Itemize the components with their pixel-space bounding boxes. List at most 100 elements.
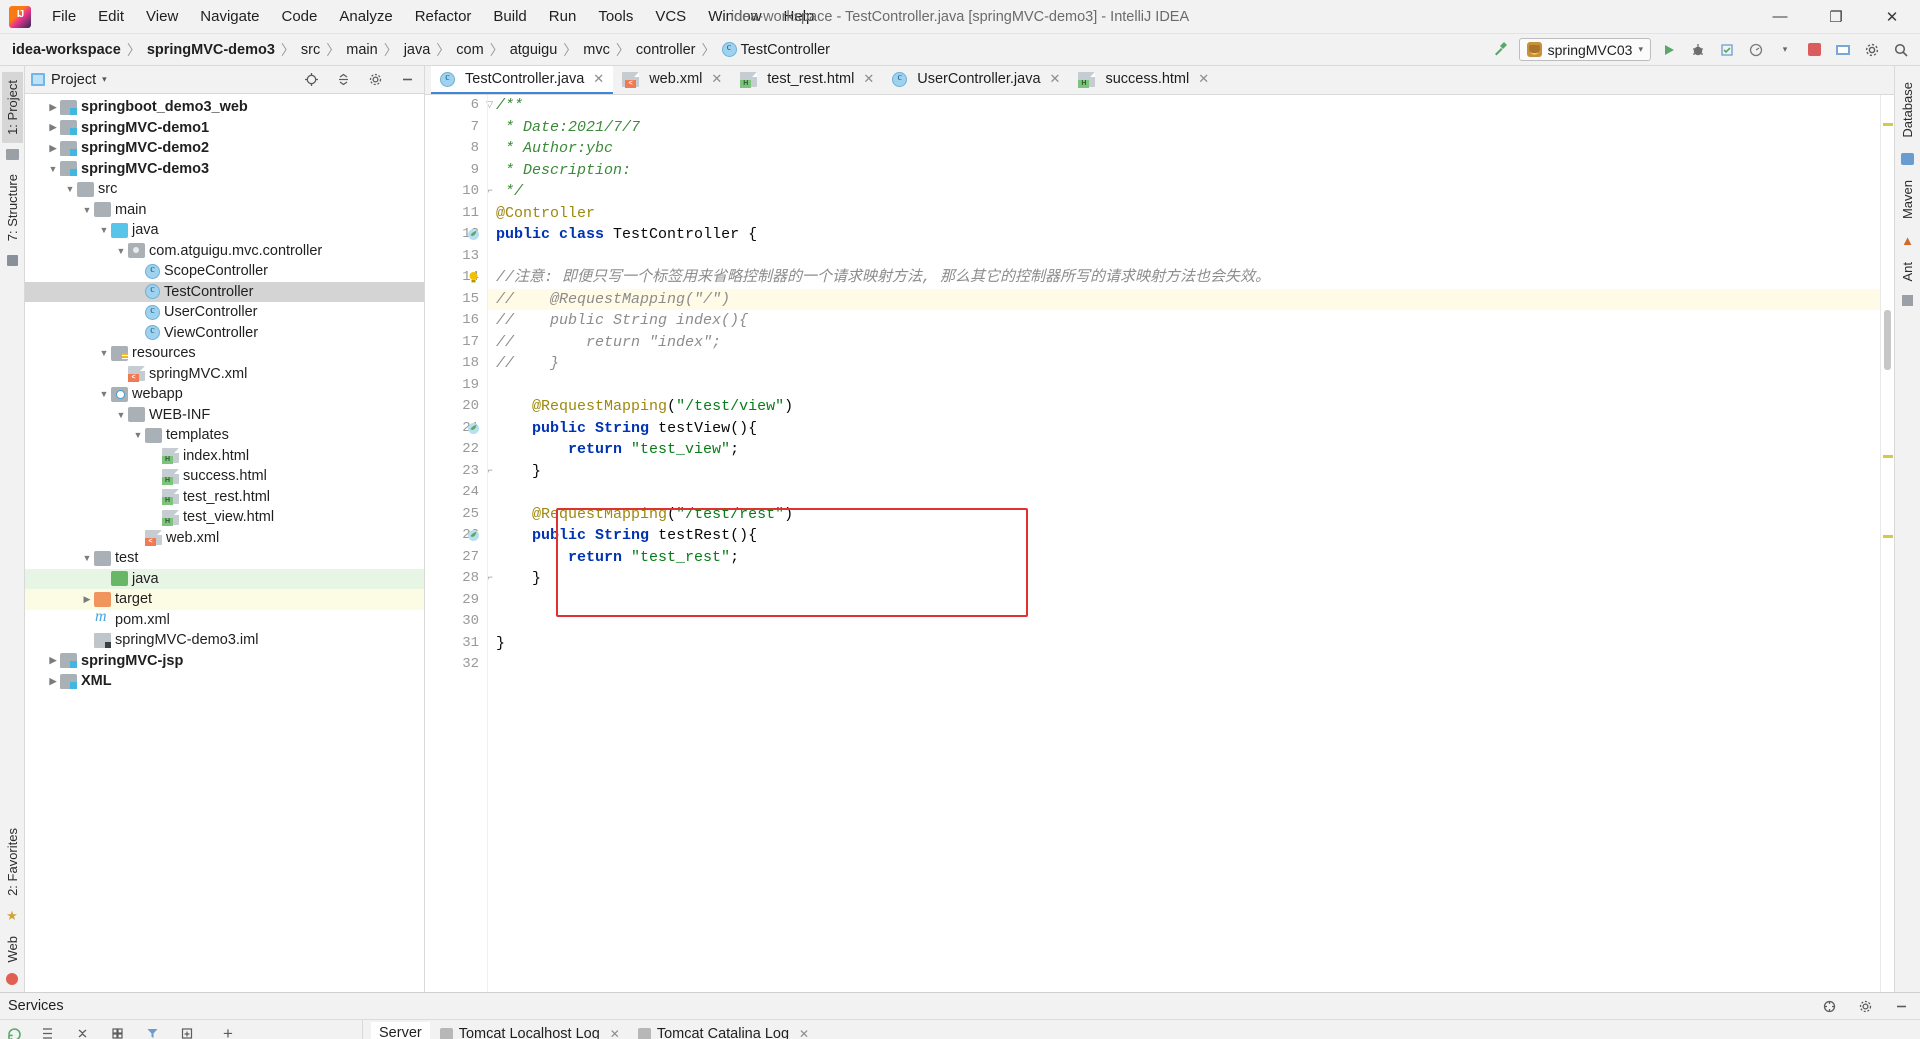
tree-row[interactable]: < springMVC.xml [25, 364, 424, 385]
menu-item-analyze[interactable]: Analyze [328, 4, 403, 29]
tree-row[interactable]: ViewController [25, 323, 424, 344]
chevron-down-icon[interactable]: ▼ [63, 184, 77, 194]
tree-row[interactable]: TestController [25, 281, 424, 302]
services-tab-tomcat-catalina-log[interactable]: Tomcat Catalina Log ✕ [630, 1023, 817, 1039]
code-line[interactable] [488, 375, 1880, 397]
code-line[interactable] [488, 654, 1880, 676]
chevron-down-icon[interactable]: ▼ [80, 553, 94, 563]
tree-row[interactable]: Htest_view.html [25, 507, 424, 528]
breadcrumb-item-testcontroller[interactable]: TestController [718, 40, 834, 60]
services-hide-icon[interactable] [1890, 995, 1912, 1017]
sidebar-tab-project[interactable]: 1: Project [1, 72, 23, 143]
tree-row[interactable]: ▼ webapp [25, 384, 424, 405]
spring-bean-gutter-icon[interactable] [467, 422, 480, 435]
code-line[interactable] [488, 246, 1880, 268]
code-line[interactable]: * Author:ybc [488, 138, 1880, 160]
tree-row[interactable]: < web.xml [25, 528, 424, 549]
tree-row[interactable]: pom.xml [25, 608, 424, 631]
breadcrumb-item-mvc[interactable]: mvc [579, 40, 614, 60]
code-line[interactable]: // @RequestMapping("/") [488, 288, 1880, 310]
code-line[interactable]: */ [488, 181, 1880, 203]
breadcrumb-item-main[interactable]: main [342, 40, 381, 60]
code-line[interactable]: } [488, 461, 1880, 483]
sidebar-tab-web[interactable]: Web [2, 928, 23, 971]
sidebar-tab-database[interactable]: Database [1897, 74, 1918, 146]
chevron-down-icon[interactable]: ▼ [114, 410, 128, 420]
tree-row[interactable]: UserController [25, 302, 424, 323]
menu-item-navigate[interactable]: Navigate [189, 4, 270, 29]
tree-row[interactable]: springMVC-demo3.iml [25, 630, 424, 651]
spring-bean-gutter-icon[interactable] [467, 228, 480, 241]
update-app-icon[interactable] [1832, 39, 1854, 61]
tree-row[interactable]: ▶ springMVC-jsp [25, 651, 424, 672]
tree-row[interactable]: ▼ resources [25, 343, 424, 364]
scroll-from-source-icon[interactable] [300, 69, 322, 91]
code-editor[interactable]: 6▽78910⌐11121314151617181920212223⌐24252… [425, 95, 1894, 992]
panel-settings-gear-icon[interactable] [364, 69, 386, 91]
tree-row[interactable]: ▼ main [25, 200, 424, 221]
menu-item-file[interactable]: File [41, 4, 87, 29]
code-line[interactable]: } [488, 633, 1880, 655]
project-view-chevron-icon[interactable]: ▾ [102, 74, 107, 85]
menu-item-view[interactable]: View [135, 4, 189, 29]
project-tree[interactable]: ▶ springboot_demo3_web ▶ springMVC-demo1 ▶ sp… [25, 94, 424, 992]
chevron-down-icon[interactable]: ▼ [46, 164, 60, 174]
code-line[interactable]: return "test_view"; [488, 439, 1880, 461]
spring-bean-gutter-icon[interactable] [467, 529, 480, 542]
code-line[interactable]: @RequestMapping("/test/rest") [488, 504, 1880, 526]
chevron-down-icon[interactable]: ▼ [97, 225, 111, 235]
breadcrumb-item-idea-workspace[interactable]: idea-workspace [8, 40, 125, 60]
services-tab-tomcat-localhost-log[interactable]: Tomcat Localhost Log ✕ [432, 1023, 628, 1039]
tree-row[interactable]: ▼ templates [25, 425, 424, 446]
tree-row[interactable]: ▶ springMVC-demo2 [25, 138, 424, 159]
code-line[interactable]: return "test_rest"; [488, 547, 1880, 569]
hide-panel-icon[interactable] [396, 69, 418, 91]
menu-item-refactor[interactable]: Refactor [404, 4, 483, 29]
close-button[interactable]: ✕ [1864, 0, 1920, 33]
code-line[interactable]: } [488, 568, 1880, 590]
menu-item-tools[interactable]: Tools [587, 4, 644, 29]
tree-row[interactable]: Hindex.html [25, 446, 424, 467]
collapse-all-services-icon[interactable] [71, 1023, 93, 1039]
code-line[interactable]: public class TestController { [488, 224, 1880, 246]
run-button[interactable] [1658, 39, 1680, 61]
build-hammer-icon[interactable] [1490, 39, 1512, 61]
chevron-right-icon[interactable]: ▶ [46, 122, 60, 133]
editor-code-column[interactable]: /** * Date:2021/7/7 * Author:ybc * Descr… [487, 95, 1880, 992]
code-line[interactable]: //注意: 即便只写一个标签用来省略控制器的一个请求映射方法, 那么其它的控制器… [488, 267, 1880, 289]
debug-button[interactable] [1687, 39, 1709, 61]
code-line[interactable]: // public String index(){ [488, 310, 1880, 332]
chevron-down-icon[interactable]: ▼ [131, 430, 145, 440]
stop-button[interactable] [1803, 39, 1825, 61]
close-tab-icon[interactable]: ✕ [1198, 71, 1209, 87]
profiler-button[interactable] [1745, 39, 1767, 61]
tree-row[interactable]: ▼ test [25, 548, 424, 569]
services-settings-gear-icon[interactable] [1854, 995, 1876, 1017]
code-line[interactable]: // } [488, 353, 1880, 375]
editor-tab-success-html[interactable]: Hsuccess.html ✕ [1069, 66, 1218, 94]
menu-item-run[interactable]: Run [538, 4, 588, 29]
editor-tab-web-xml[interactable]: < web.xml ✕ [613, 66, 731, 94]
tree-row[interactable]: Htest_rest.html [25, 487, 424, 508]
add-tab-icon[interactable] [176, 1023, 198, 1039]
expand-all-icon[interactable] [36, 1023, 58, 1039]
services-help-icon[interactable] [1818, 995, 1840, 1017]
chevron-right-icon[interactable]: ▶ [46, 143, 60, 154]
chevron-right-icon[interactable]: ▶ [46, 102, 60, 113]
settings-gear-icon[interactable] [1861, 39, 1883, 61]
breadcrumb-item-src[interactable]: src [297, 40, 324, 60]
code-line[interactable]: @RequestMapping("/test/view") [488, 396, 1880, 418]
code-line[interactable] [488, 611, 1880, 633]
search-icon[interactable] [1890, 39, 1912, 61]
tree-row[interactable]: ScopeController [25, 261, 424, 282]
tree-row[interactable]: ▶ springMVC-demo1 [25, 118, 424, 139]
services-tab-server[interactable]: Server [371, 1021, 430, 1039]
maximize-button[interactable]: ❐ [1808, 0, 1864, 33]
run-configuration-selector[interactable]: springMVC03 ▾ [1518, 38, 1651, 61]
intention-bulb-icon[interactable] [467, 271, 480, 284]
chevron-right-icon[interactable]: ▶ [46, 676, 60, 687]
code-line[interactable] [488, 482, 1880, 504]
tree-row[interactable]: ▼ springMVC-demo3 [25, 159, 424, 180]
sidebar-tab-ant[interactable]: Ant [1897, 254, 1918, 290]
breadcrumb-item-atguigu[interactable]: atguigu [506, 40, 562, 60]
